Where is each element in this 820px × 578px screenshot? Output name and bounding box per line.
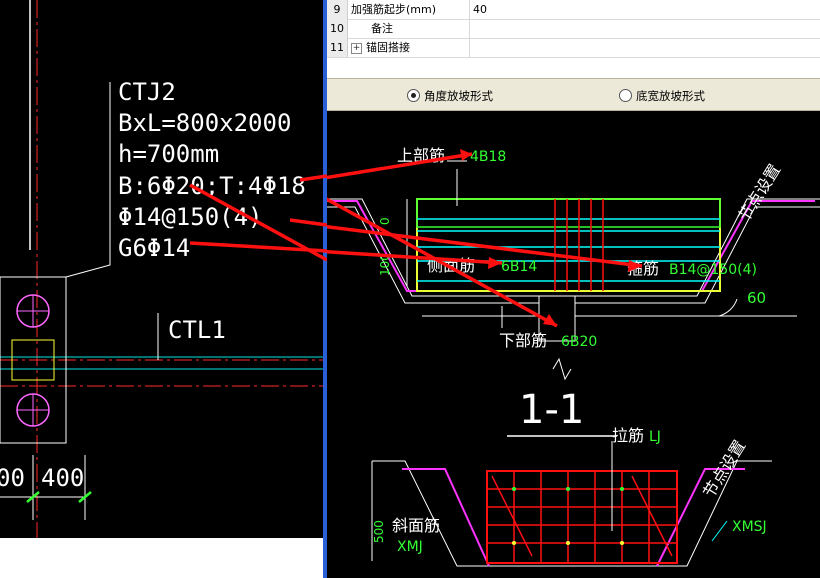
property-name-group: + 锚固搭接 — [351, 38, 470, 57]
property-row-11[interactable]: 11 + 锚固搭接 — [327, 38, 820, 58]
expand-plus-icon[interactable]: + — [351, 42, 362, 54]
section-title: 1-1 — [519, 387, 584, 433]
property-name: 锚固搭接 — [366, 41, 410, 54]
stirrup-value: B14@150(4) — [669, 262, 757, 278]
angle-slope-label: 角度放坡形式 — [424, 89, 493, 103]
bottom-bar-label: 下部筋 — [499, 331, 547, 350]
radio-unselected-icon — [619, 89, 632, 102]
section1-dim-a: 0 — [378, 217, 392, 225]
width-slope-radio[interactable]: 底宽放坡形式 — [619, 88, 705, 104]
slope-bar-left-value: XMJ — [397, 539, 423, 555]
width-slope-label: 底宽放坡形式 — [636, 89, 705, 103]
bottom-bar-value: 6B20 — [561, 334, 597, 350]
property-row-9[interactable]: 9 加强筋起步(mm) 40 — [327, 0, 820, 20]
section-drawing-viewport[interactable]: 0 100 60 上部筋 4B18 节点设置 侧面筋 6B14 箍筋 B14@1… — [327, 111, 820, 578]
angle-slope-radio[interactable]: 角度放坡形式 — [407, 88, 493, 104]
slope-bar-label: 斜面筋 — [392, 516, 440, 535]
tie-bar-value: LJ — [649, 429, 661, 445]
left-bottom-blank — [0, 538, 323, 578]
side-bar-value: 6B14 — [501, 259, 537, 275]
radio-selected-icon — [407, 89, 420, 102]
right-panel: 9 加强筋起步(mm) 40 10 备注 11 + 锚固搭接 角度放坡形式 底宽放… — [327, 0, 820, 578]
section1-angle: 60 — [747, 289, 766, 307]
row-number: 10 — [327, 19, 348, 38]
top-bar-value: 4B18 — [470, 149, 506, 165]
property-value[interactable]: 40 — [473, 0, 487, 19]
leader-arrow-tails — [189, 174, 327, 262]
slope-bar-right-value: XMSJ — [732, 519, 767, 535]
row-number: 11 — [327, 38, 348, 57]
angle-arc — [718, 298, 738, 317]
property-name: 加强筋起步(mm) — [351, 0, 470, 19]
section1-node-label: 节点设置 — [734, 161, 784, 225]
property-table: 9 加强筋起步(mm) 40 10 备注 11 + 锚固搭接 — [327, 0, 820, 58]
tie-bar-label: 拉筋 — [612, 426, 644, 445]
property-name: 备注 — [351, 19, 470, 38]
section-drawing: 0 100 60 上部筋 4B18 节点设置 侧面筋 6B14 箍筋 B14@1… — [327, 146, 820, 567]
section2-dim: 500 — [372, 520, 386, 543]
property-row-10[interactable]: 10 备注 — [327, 19, 820, 39]
row-number: 9 — [327, 0, 348, 19]
slope-options-bar: 角度放坡形式 底宽放坡形式 — [327, 78, 820, 111]
table-blank-area — [327, 58, 820, 78]
